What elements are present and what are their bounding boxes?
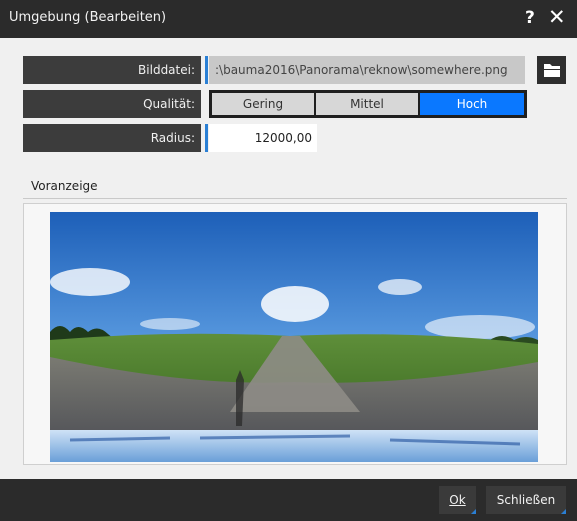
quality-segmented-control: Gering Mittel Hoch — [209, 90, 527, 118]
radius-label: Radius: — [23, 124, 201, 152]
quality-option-gering[interactable]: Gering — [212, 93, 314, 115]
close-button[interactable]: ✕ — [548, 6, 566, 28]
quality-option-mittel[interactable]: Mittel — [316, 93, 418, 115]
panorama-preview-image — [50, 212, 538, 462]
file-label: Bilddatei: — [23, 56, 201, 84]
ok-button-label: Ok — [449, 493, 466, 507]
close-button-accent — [561, 509, 566, 514]
close-dialog-button[interactable]: Schließen — [486, 486, 566, 514]
folder-icon — [544, 64, 560, 77]
help-button[interactable]: ? — [525, 8, 535, 28]
ok-button-accent — [471, 509, 476, 514]
ok-button[interactable]: Ok — [439, 486, 476, 514]
window-title: Umgebung (Bearbeiten) — [9, 10, 167, 25]
radius-field-accent — [205, 124, 208, 152]
file-path-field[interactable]: :\bauma2016\Panorama\reknow\somewhere.pn… — [209, 56, 525, 84]
dialog: Umgebung (Bearbeiten) ? ✕ Bilddatei: :\b… — [0, 0, 577, 521]
title-bar: Umgebung (Bearbeiten) ? ✕ — [0, 0, 577, 38]
quality-option-hoch[interactable]: Hoch — [420, 93, 524, 115]
file-field-accent — [205, 56, 208, 84]
close-dialog-button-label: Schließen — [496, 493, 556, 507]
browse-folder-button[interactable] — [537, 56, 566, 84]
preview-divider — [23, 198, 567, 199]
radius-input[interactable]: 12000,00 — [209, 124, 317, 152]
preview-heading: Voranzeige — [31, 179, 98, 193]
quality-label: Qualität: — [23, 90, 201, 118]
